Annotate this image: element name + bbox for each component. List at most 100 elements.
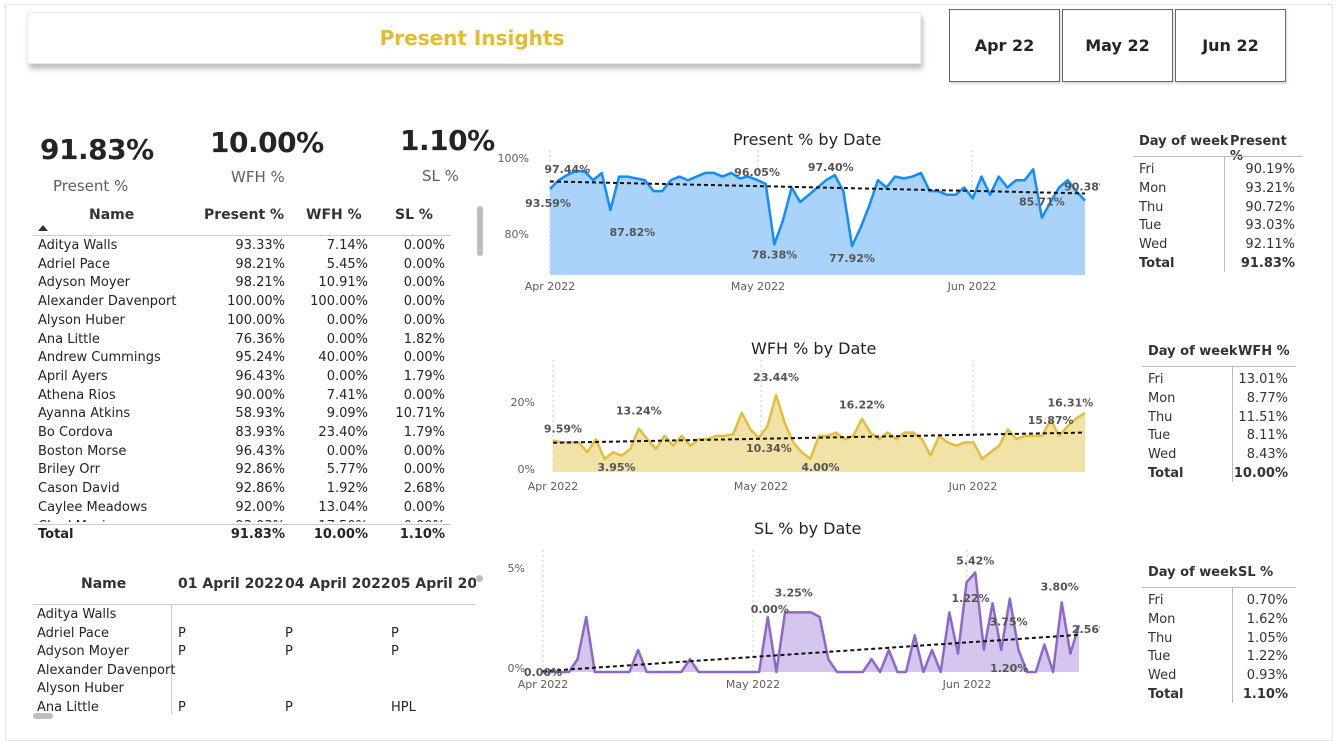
dow-header-divider [1133,156,1303,157]
dow-row-day: Fri [1148,372,1164,387]
y-tick-label: 0% [508,662,525,675]
data-label: 1.20% [990,662,1028,675]
data-label: 10.34% [746,442,792,455]
matrix-row-status: P [391,625,399,641]
matrix-scroll-dot[interactable] [476,575,483,582]
dow-row-value: 13.01% [1238,372,1288,387]
y-tick-label: 80% [505,228,529,241]
matrix-header-date-1[interactable]: 01 April 2022 [178,576,284,592]
matrix-row-name: Aditya Walls [37,607,117,622]
dow-row-value: 1.22% [1246,649,1288,665]
chart-present-by-date[interactable]: 100% 80% Apr 2022 May 2022 Jun 2022 93.59% 97.… [495,150,1100,300]
x-tick-label: May 2022 [726,678,780,691]
matrix-row-status: P [391,644,399,660]
data-label: 78.38% [751,248,797,261]
matrix-row-status: P [178,625,186,641]
dow-row-value: 8.11% [1246,428,1288,444]
x-tick-label: Apr 2022 [528,480,579,493]
dow-present-table: Day of week Present % Fri 90.19% Mon 93.21% Th… [1133,132,1303,277]
dow-row-day: Fri [1148,593,1164,608]
y-tick-label: 100% [498,152,529,165]
data-label: 77.92% [829,252,875,265]
matrix-row-name: Alyson Huber [37,681,124,697]
dow-row-value: 8.43% [1246,447,1288,463]
x-tick-label: Apr 2022 [518,678,569,691]
dow-row-value: 0.93% [1246,668,1288,684]
data-label: 0.00% [524,666,562,679]
data-label: 3.25% [775,586,813,599]
dow-total-value: 1.10% [1242,687,1288,702]
dow-row-value: 90.19% [1245,162,1295,177]
dow-header-day[interactable]: Day of week [1148,344,1238,359]
chart-sl-by-date[interactable]: 5% 0% Apr 2022 May 2022 Jun 2022 0.00% 0.00% 3.… [495,550,1100,698]
dow-header-day[interactable]: Day of week [1139,134,1229,149]
dow-row-value: 11.51% [1238,409,1288,425]
dow-header-value[interactable]: SL % [1238,565,1273,580]
dow-row-day: Fri [1139,162,1155,177]
dow-row-value: 90.72% [1245,199,1295,215]
slicer-may-22[interactable]: May 22 [1062,9,1173,82]
y-tick-label: 0% [518,463,535,476]
dow-row-day: Tue [1148,428,1171,444]
slicer-apr-22[interactable]: Apr 22 [949,9,1060,82]
matrix-row-status: P [178,644,186,660]
chart-wfh-by-date[interactable]: 20% 0% Apr 2022 May 2022 Jun 2022 9.59% 3.95% 1… [495,360,1100,500]
dow-row-day: Wed [1148,668,1177,684]
dow-row-day: Thu [1148,630,1173,646]
data-label: 97.40% [808,161,854,174]
matrix-header-divider [33,604,476,605]
chart-sl-title: SL % by Date [754,519,862,538]
dow-header-value[interactable]: WFH % [1238,344,1290,359]
dow-total-label: Total [1139,256,1175,271]
matrix-scrollbar[interactable] [33,713,53,719]
data-label: 3.80% [1041,580,1079,593]
chart-wfh-title: WFH % by Date [751,339,877,358]
x-tick-label: May 2022 [734,480,788,493]
dow-row-day: Mon [1139,180,1167,196]
dow-total-value: 10.00% [1233,466,1288,481]
data-label: 5.42% [956,555,994,568]
chart-present-title: Present % by Date [733,130,882,149]
matrix-row-name: Adriel Pace [37,625,109,641]
data-label: 3.75% [989,615,1027,628]
matrix-body: Aditya Walls Adriel Pace P P P Adyson Moyer P P… [0,606,476,714]
dow-header-divider [1142,366,1296,367]
dow-row-value: 8.77% [1246,390,1288,406]
data-label: 96.05% [734,166,780,179]
dow-row-day: Thu [1139,199,1164,215]
dow-header-divider [1142,587,1296,588]
matrix-row-status: P [285,644,293,660]
x-tick-label: May 2022 [731,280,785,293]
matrix-row-status: P [285,700,293,714]
dow-sl-table: Day of week SL % Fri 0.70% Mon 1.62% Thu 1.05% T… [1142,563,1302,708]
dow-row-value: 0.70% [1246,593,1288,608]
x-tick-label: Jun 2022 [948,480,998,493]
matrix-row-name: Ana Little [37,700,99,714]
dow-total-label: Total [1148,466,1184,481]
y-tick-label: 20% [511,396,535,409]
matrix-row-name: Adyson Moyer [37,644,129,660]
dow-row-value: 93.21% [1245,180,1295,196]
dow-header-day[interactable]: Day of week [1148,565,1238,580]
dow-row-day: Wed [1148,447,1177,463]
dow-header-value[interactable]: Present % [1230,134,1303,164]
dow-row-value: 1.05% [1246,630,1288,646]
slicer-jun-22[interactable]: Jun 22 [1175,9,1286,82]
matrix-row-status: P [285,625,293,641]
dow-row-day: Tue [1139,218,1162,234]
matrix-header-name[interactable]: Name [81,576,126,592]
dow-wfh-table: Day of week WFH % Fri 13.01% Mon 8.77% Thu 11.5… [1142,342,1302,487]
dow-row-day: Mon [1148,611,1176,627]
matrix-row-status: HPL [391,700,416,714]
x-tick-label: Jun 2022 [942,678,992,691]
data-label: 0.00% [751,603,789,616]
y-tick-label: 5% [508,562,525,575]
matrix-header-date-2[interactable]: 04 April 2022 [285,576,391,592]
data-label: 3.95% [597,461,635,474]
matrix-header-date-3[interactable]: 05 April 202 [391,576,476,592]
dow-total-value: 91.83% [1240,256,1295,271]
data-label: 87.82% [609,226,655,239]
dow-row-day: Mon [1148,390,1176,406]
data-label: 90.38% [1064,181,1100,194]
data-label: 15.87% [1028,414,1074,427]
